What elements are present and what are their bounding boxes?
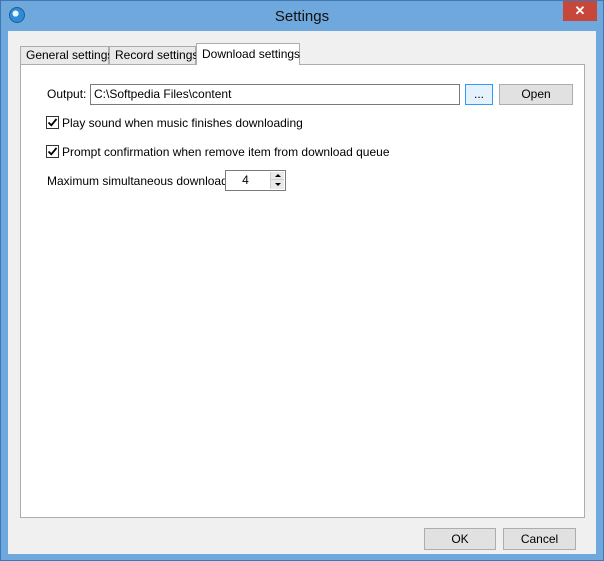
dialog-body: General settings Record settings Downloa…	[8, 31, 596, 554]
arrow-up-icon	[275, 174, 281, 177]
tab-record-settings[interactable]: Record settings	[109, 46, 198, 64]
max-downloads-spinbox[interactable]: 4	[225, 170, 286, 191]
arrow-down-icon	[275, 183, 281, 186]
spin-down-button[interactable]	[270, 180, 284, 189]
checkmark-icon	[47, 118, 58, 127]
download-settings-panel: Output: C:\Softpedia Files\content ... O…	[20, 64, 585, 518]
play-sound-label[interactable]: Play sound when music finishes downloadi…	[62, 116, 303, 130]
cancel-button[interactable]: Cancel	[503, 528, 576, 550]
max-downloads-value: 4	[242, 173, 249, 187]
spin-up-button[interactable]	[270, 172, 284, 180]
ok-button[interactable]: OK	[424, 528, 496, 550]
window-title: Settings	[274, 8, 330, 25]
tab-download-settings[interactable]: Download settings	[196, 43, 300, 65]
output-label: Output:	[47, 87, 87, 101]
prompt-confirmation-label[interactable]: Prompt confirmation when remove item fro…	[62, 145, 390, 159]
spin-buttons	[270, 172, 284, 189]
tab-general-settings[interactable]: General settings	[20, 46, 113, 64]
close-button[interactable]: ✕	[563, 1, 597, 21]
open-button[interactable]: Open	[499, 84, 573, 105]
max-downloads-label: Maximum simultaneous downloads:	[47, 174, 238, 188]
prompt-confirmation-checkbox[interactable]	[46, 145, 59, 158]
title-bar[interactable]: Settings ✕	[1, 1, 603, 31]
play-sound-checkbox[interactable]	[46, 116, 59, 129]
checkmark-icon	[47, 147, 58, 156]
browse-button[interactable]: ...	[465, 84, 493, 105]
output-path-input[interactable]: C:\Softpedia Files\content	[90, 84, 460, 105]
settings-window: Settings ✕ General settings Record setti…	[0, 0, 604, 561]
